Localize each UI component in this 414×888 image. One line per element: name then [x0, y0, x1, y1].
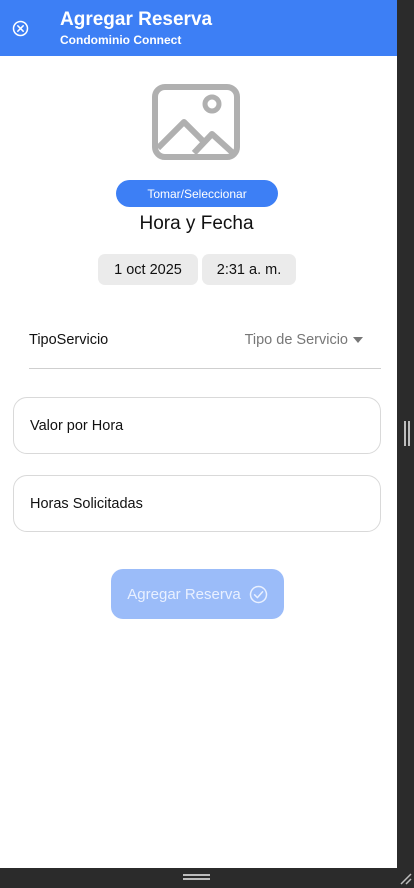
- check-circle-icon: [249, 585, 267, 603]
- image-placeholder[interactable]: [150, 82, 242, 162]
- bottom-resize-handle[interactable]: [183, 874, 210, 881]
- requested-hours-placeholder: Horas Solicitadas: [30, 495, 143, 512]
- app-header: Agregar Reserva Condominio Connect: [0, 0, 397, 56]
- side-resize-handle[interactable]: [404, 421, 410, 446]
- time-picker-chip[interactable]: 2:31 a. m.: [202, 254, 296, 285]
- requested-hours-field[interactable]: Horas Solicitadas: [13, 475, 381, 532]
- close-button[interactable]: [11, 19, 29, 37]
- close-circle-icon: [12, 20, 28, 36]
- page-title: Agregar Reserva: [60, 9, 213, 30]
- corner-resize-icon[interactable]: [399, 872, 412, 885]
- app-window: Agregar Reserva Condominio Connect Tomar…: [0, 0, 397, 868]
- datetime-title: Hora y Fecha: [139, 213, 254, 234]
- service-type-dropdown[interactable]: TipoServicio Tipo de Servicio: [29, 324, 381, 369]
- page-subtitle: Condominio Connect: [60, 33, 182, 47]
- add-reservation-label: Agregar Reserva: [127, 585, 241, 603]
- service-type-placeholder: Tipo de Servicio: [244, 332, 348, 348]
- hourly-rate-field[interactable]: Valor por Hora: [13, 397, 381, 454]
- take-select-photo-button[interactable]: Tomar/Seleccionar: [116, 180, 278, 207]
- date-picker-chip[interactable]: 1 oct 2025: [98, 254, 198, 285]
- hourly-rate-placeholder: Valor por Hora: [30, 417, 124, 434]
- add-reservation-button[interactable]: Agregar Reserva: [111, 569, 284, 619]
- image-icon: [152, 84, 240, 160]
- dropdown-arrow-icon: [353, 337, 363, 343]
- service-type-label: TipoServicio: [29, 332, 109, 348]
